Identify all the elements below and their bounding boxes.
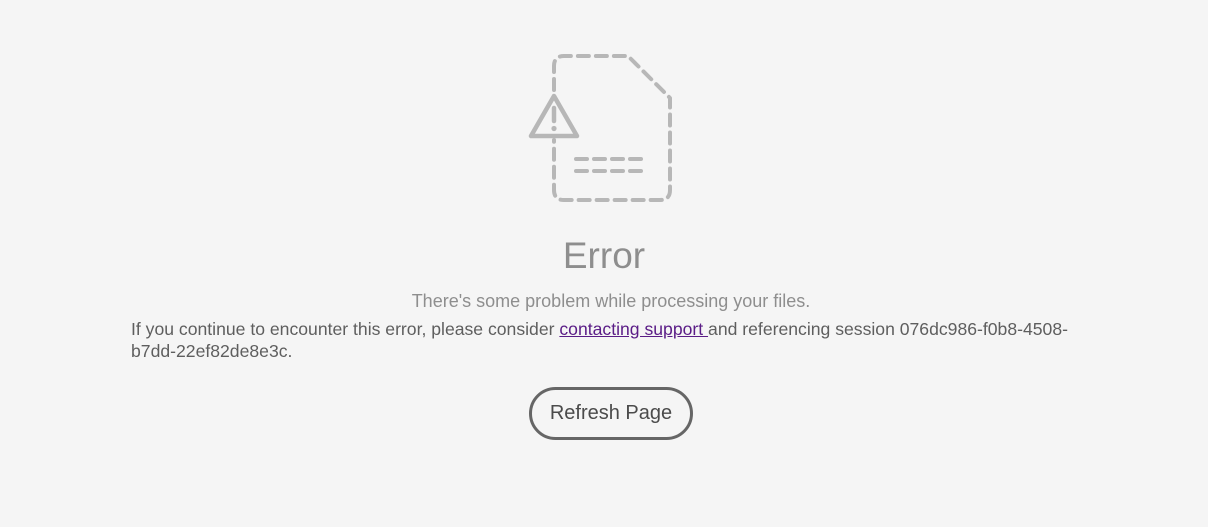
error-detail-prefix: If you continue to encounter this error,… [131, 319, 560, 339]
file-warning-icon [528, 54, 672, 202]
refresh-page-button[interactable]: Refresh Page [529, 387, 693, 440]
error-page: Error There's some problem while process… [0, 0, 1208, 527]
error-detail: If you continue to encounter this error,… [131, 318, 1081, 362]
error-subtitle: There's some problem while processing yo… [411, 291, 811, 311]
error-title: Error [562, 235, 646, 276]
contact-support-link[interactable]: contacting support [559, 319, 708, 339]
